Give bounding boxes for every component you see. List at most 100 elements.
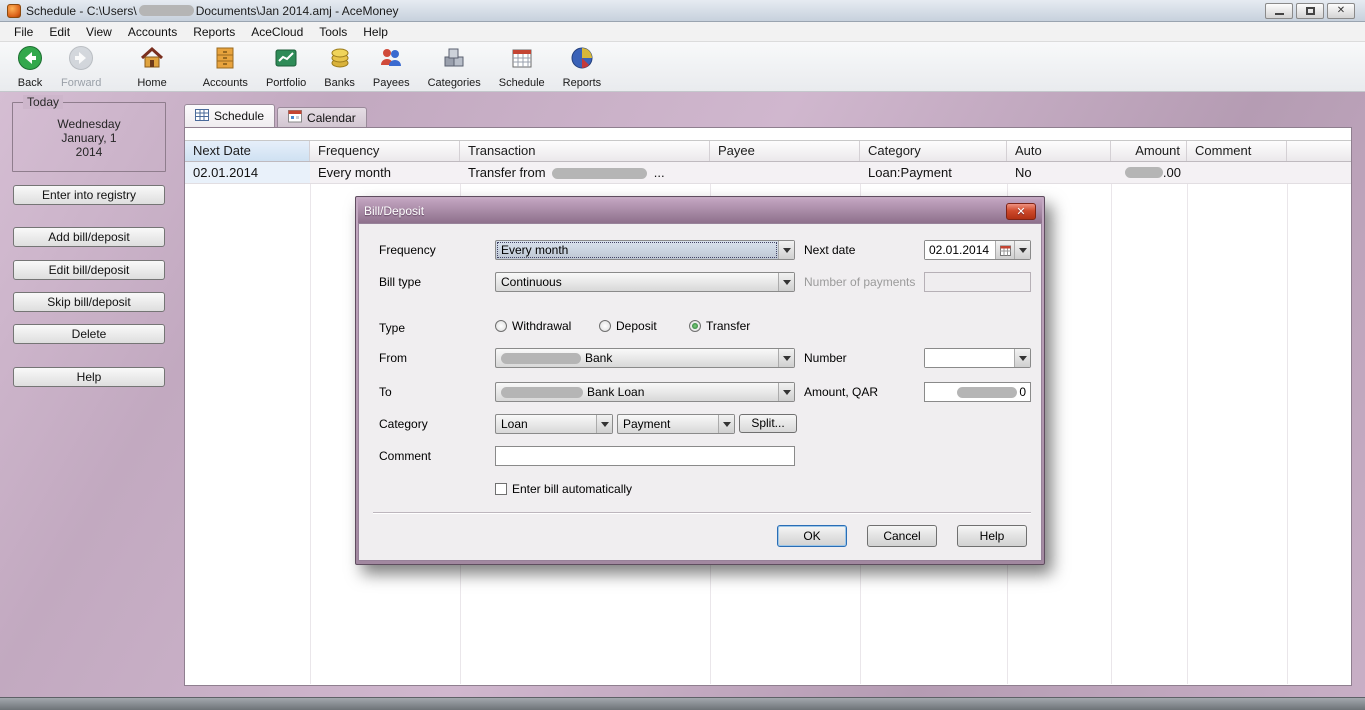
radio-withdrawal[interactable]: Withdrawal [495, 319, 571, 333]
back-icon [17, 45, 43, 76]
today-weekday: Wednesday [57, 117, 121, 131]
to-account-select[interactable]: Bank Loan [495, 382, 795, 402]
menu-tools[interactable]: Tools [311, 23, 355, 41]
next-date-picker[interactable]: 02.01.2014 [924, 240, 1031, 260]
header-payee[interactable]: Payee [710, 141, 860, 161]
toolbar-payees-button[interactable]: Payees [364, 43, 419, 91]
cell-category[interactable]: Loan:Payment [860, 162, 1007, 183]
cell-comment[interactable] [1187, 162, 1287, 183]
menu-acecloud[interactable]: AceCloud [243, 23, 311, 41]
menu-help[interactable]: Help [355, 23, 396, 41]
cell-payee[interactable] [710, 162, 860, 183]
ok-button[interactable]: OK [777, 525, 847, 547]
toolbar-back-button[interactable]: Back [8, 43, 52, 91]
close-button[interactable]: ✕ [1327, 2, 1355, 19]
menu-reports[interactable]: Reports [185, 23, 243, 41]
number-of-payments-field [924, 272, 1031, 292]
delete-button[interactable]: Delete [13, 324, 165, 344]
toolbar-label: Forward [61, 76, 102, 89]
portfolio-icon [273, 45, 299, 76]
window-title: Schedule - C:\Users\ Documents\Jan 2014.… [26, 4, 399, 18]
dialog-help-button[interactable]: Help [957, 525, 1027, 547]
toolbar-home-button[interactable]: Home [128, 43, 175, 91]
enter-into-registry-button[interactable]: Enter into registry [13, 185, 165, 205]
to-label: To [379, 385, 392, 399]
tab-calendar[interactable]: Calendar [277, 107, 367, 127]
table-row[interactable]: 02.01.2014 Every month Transfer from ...… [185, 162, 1351, 184]
table-header-row: Next Date Frequency Transaction Payee Ca… [185, 140, 1351, 162]
checkbox-icon [495, 483, 507, 495]
split-button[interactable]: Split... [739, 414, 797, 433]
dialog-body: Frequency Every month Next date 02.01.20… [358, 223, 1042, 561]
toolbar-label: Portfolio [265, 76, 307, 89]
menu-view[interactable]: View [78, 23, 120, 41]
header-filler [1287, 141, 1351, 161]
close-icon: ✕ [1016, 205, 1026, 218]
add-bill-deposit-button[interactable]: Add bill/deposit [13, 227, 165, 247]
toolbar-portfolio-button[interactable]: Portfolio [257, 43, 315, 91]
toolbar-categories-button[interactable]: Categories [419, 43, 490, 91]
toolbar-label: Accounts [202, 76, 248, 89]
comment-field[interactable] [495, 446, 795, 466]
number-label: Number [804, 351, 847, 365]
amount-decimals: .00 [1162, 165, 1181, 180]
bill-type-select[interactable]: Continuous [495, 272, 795, 292]
toolbar-banks-button[interactable]: Banks [315, 43, 364, 91]
next-date-label: Next date [804, 243, 856, 257]
transaction-ellipsis: ... [653, 165, 665, 180]
window-controls: ✕ [1265, 2, 1361, 19]
screen: { "window": { "title_prefix": "Schedule … [0, 0, 1365, 710]
window-titlebar: Schedule - C:\Users\ Documents\Jan 2014.… [0, 0, 1365, 22]
header-comment[interactable]: Comment [1187, 141, 1287, 161]
toolbar-forward-button[interactable]: Forward [52, 43, 110, 91]
header-category[interactable]: Category [860, 141, 1007, 161]
header-next-date[interactable]: Next Date [185, 141, 310, 161]
cancel-button[interactable]: Cancel [867, 525, 937, 547]
menu-edit[interactable]: Edit [41, 23, 78, 41]
calendar-picker-icon[interactable] [995, 241, 1014, 259]
bill-type-value: Continuous [501, 275, 562, 289]
subcategory-select[interactable]: Payment [617, 414, 735, 434]
toolbar-schedule-button[interactable]: Schedule [490, 43, 554, 91]
maximize-button[interactable] [1296, 2, 1324, 19]
edit-bill-deposit-button[interactable]: Edit bill/deposit [13, 260, 165, 280]
category-value: Loan [501, 417, 528, 431]
redacted-bank-name [501, 386, 583, 398]
header-amount[interactable]: Amount [1111, 141, 1187, 161]
chevron-down-icon [778, 273, 794, 291]
header-transaction[interactable]: Transaction [460, 141, 710, 161]
minimize-button[interactable] [1265, 2, 1293, 19]
menu-accounts[interactable]: Accounts [120, 23, 185, 41]
header-frequency[interactable]: Frequency [310, 141, 460, 161]
from-account-value: Bank [496, 349, 778, 367]
category-select[interactable]: Loan [495, 414, 613, 434]
toolbar-accounts-button[interactable]: Accounts [194, 43, 257, 91]
cell-auto[interactable]: No [1007, 162, 1111, 183]
cell-frequency[interactable]: Every month [310, 162, 460, 183]
cell-transaction[interactable]: Transfer from ... [460, 162, 710, 183]
skip-bill-deposit-button[interactable]: Skip bill/deposit [13, 292, 165, 312]
menu-file[interactable]: File [6, 23, 41, 41]
radio-transfer[interactable]: Transfer [689, 319, 750, 333]
number-of-payments-label: Number of payments [804, 275, 916, 289]
cell-amount[interactable]: .00 [1111, 162, 1187, 183]
column-divider [310, 184, 311, 684]
number-select[interactable] [924, 348, 1031, 368]
enter-bill-automatically-checkbox[interactable]: Enter bill automatically [495, 482, 632, 496]
from-account-select[interactable]: Bank [495, 348, 795, 368]
column-divider [1187, 184, 1188, 684]
toolbar-reports-button[interactable]: Reports [554, 43, 611, 91]
app-icon [7, 3, 21, 18]
screen-bottom-edge [0, 697, 1365, 710]
cell-next-date[interactable]: 02.01.2014 [185, 162, 310, 183]
from-account-suffix: Bank [585, 351, 613, 365]
tab-schedule[interactable]: Schedule [184, 104, 276, 127]
dialog-close-button[interactable]: ✕ [1006, 202, 1036, 220]
toolbar-label: Back [17, 76, 43, 89]
frequency-select[interactable]: Every month [495, 240, 795, 260]
toolbar-label: Reports [562, 76, 602, 89]
radio-deposit[interactable]: Deposit [599, 319, 657, 333]
help-button[interactable]: Help [13, 367, 165, 387]
amount-field[interactable]: 0 [924, 382, 1031, 402]
header-auto[interactable]: Auto [1007, 141, 1111, 161]
